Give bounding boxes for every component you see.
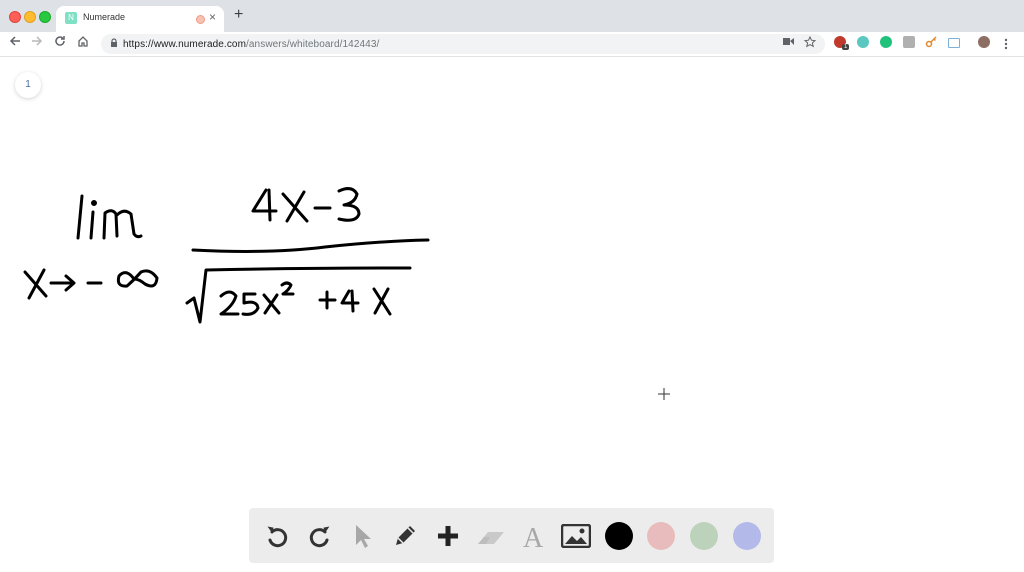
handwritten-expression — [23, 187, 430, 324]
image-tool-button[interactable] — [561, 522, 591, 550]
eraser-tool-button[interactable] — [476, 522, 506, 550]
color-swatch-blue[interactable] — [733, 522, 761, 550]
lim-strokes — [76, 194, 143, 240]
select-tool-button[interactable] — [347, 522, 377, 550]
undo-icon — [267, 526, 288, 548]
color-swatch-green[interactable] — [690, 522, 718, 550]
numerator-strokes — [251, 187, 361, 223]
text-tool-button[interactable]: A — [519, 522, 549, 550]
denominator-strokes — [185, 266, 412, 324]
undo-button[interactable] — [262, 522, 292, 550]
eraser-icon — [478, 532, 504, 544]
pointer-arrow-icon — [356, 525, 371, 548]
add-tool-button[interactable] — [433, 522, 463, 550]
fraction-bar — [191, 238, 430, 253]
whiteboard-toolbar: A — [249, 508, 774, 563]
redo-icon — [309, 526, 330, 548]
limit-subscript-strokes — [23, 268, 159, 300]
svg-text:A: A — [523, 523, 544, 549]
pen-tool-button[interactable] — [390, 522, 420, 550]
text-a-icon: A — [523, 523, 544, 549]
plus-icon — [438, 526, 458, 546]
pencil-icon — [396, 526, 415, 545]
redo-button[interactable] — [305, 522, 335, 550]
color-swatch-pink[interactable] — [647, 522, 675, 550]
crosshair-cursor-icon — [658, 388, 670, 402]
color-swatch-black[interactable] — [605, 522, 633, 550]
image-icon — [561, 524, 591, 548]
